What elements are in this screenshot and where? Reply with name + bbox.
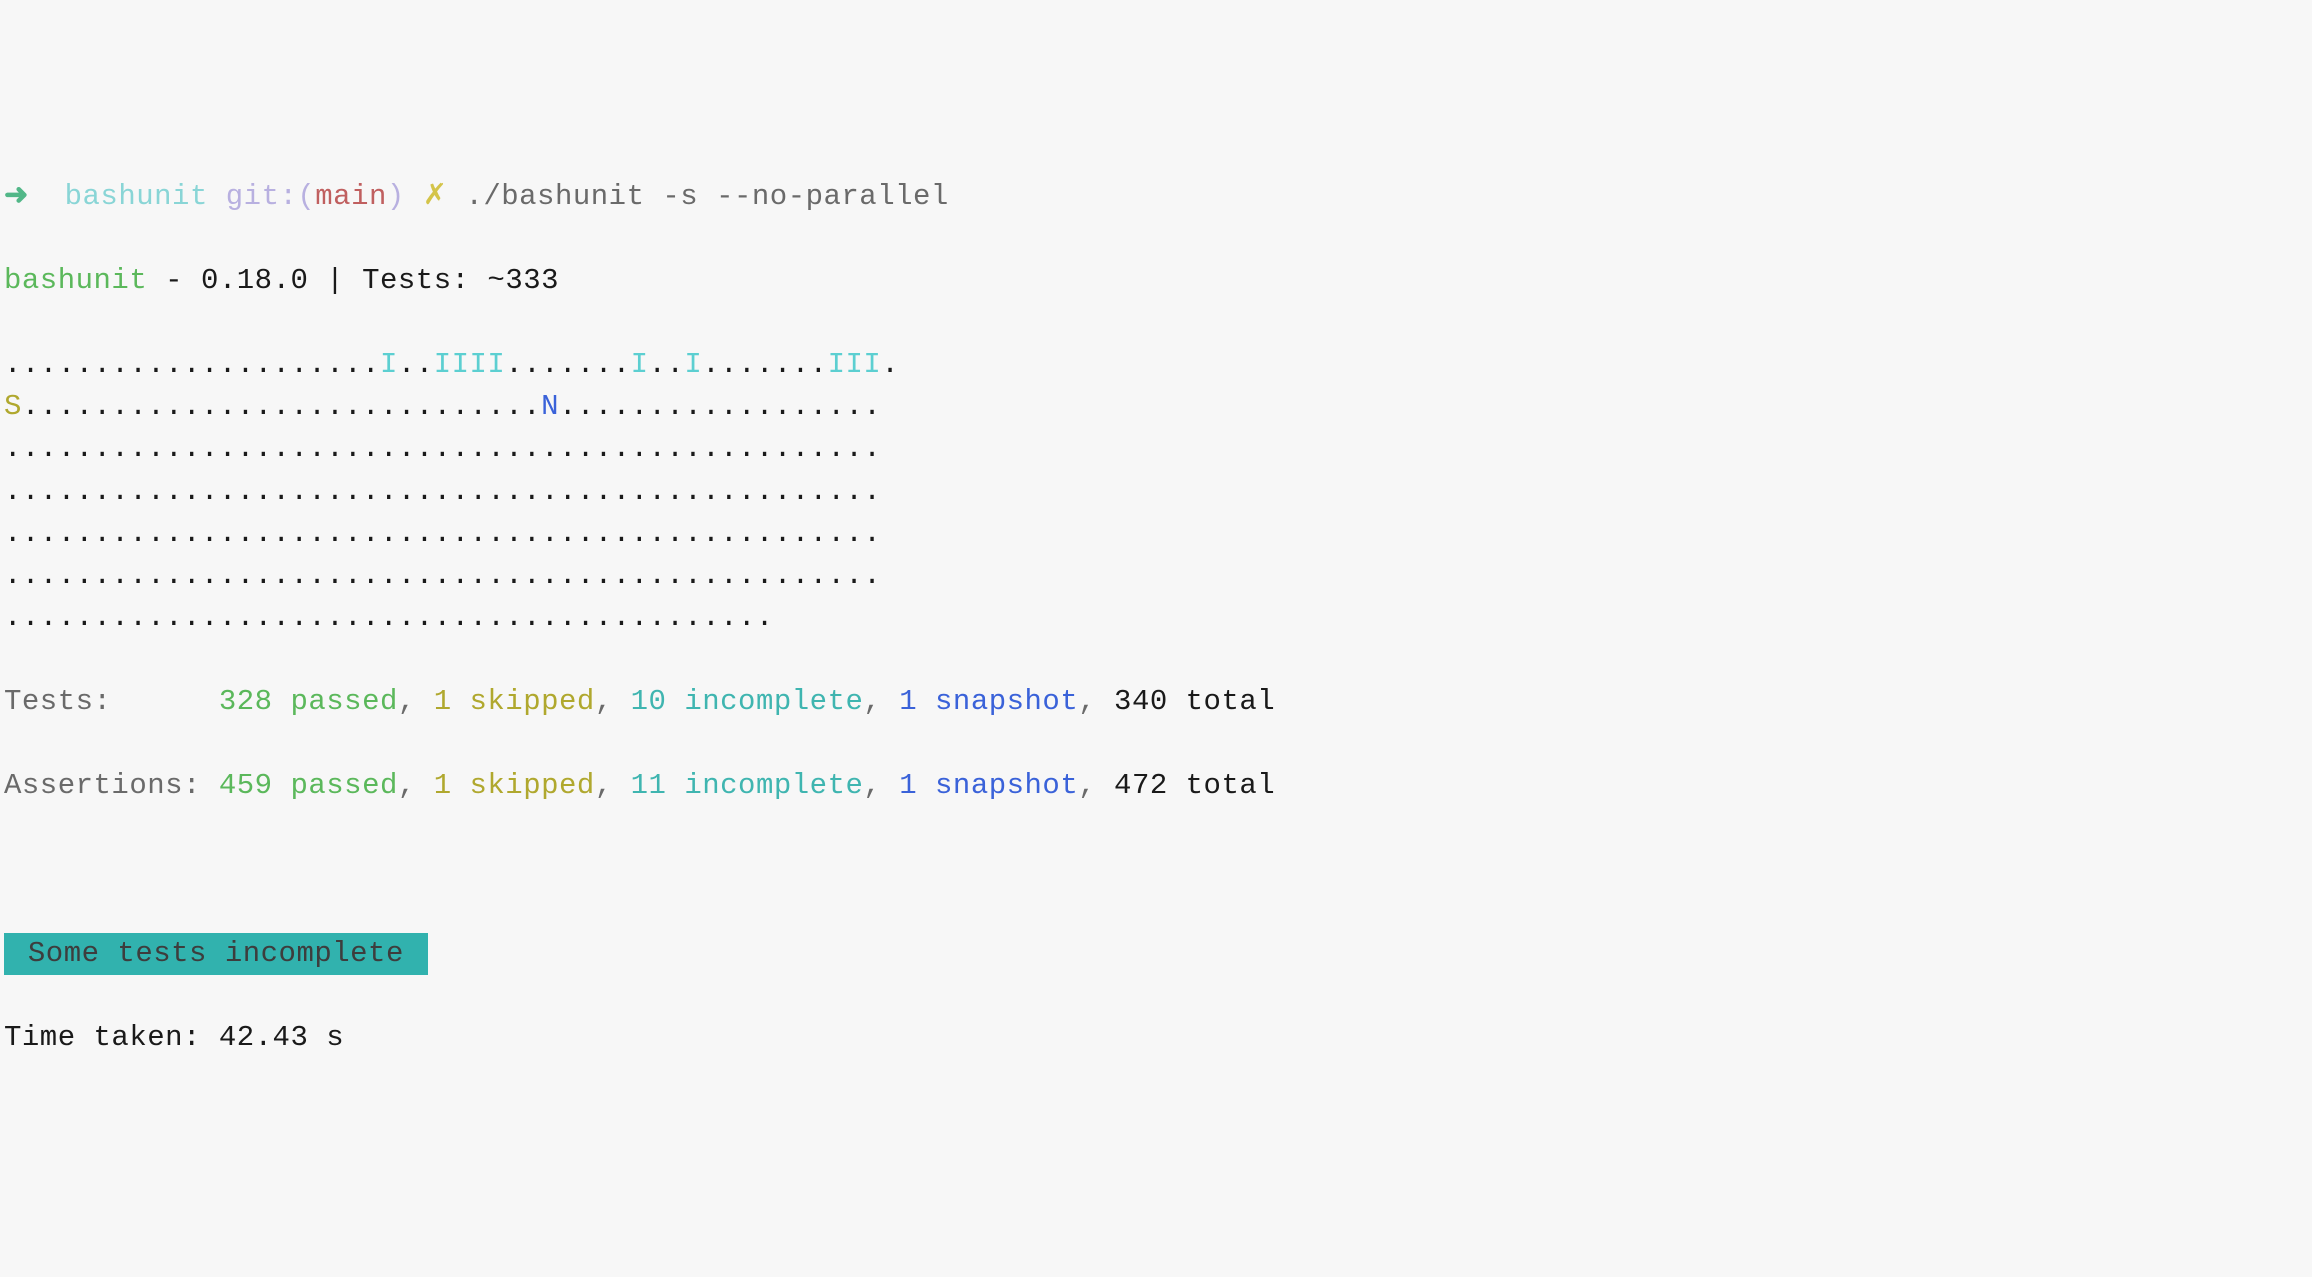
progress-line: ........................................…	[4, 471, 2308, 513]
git-suffix: )	[387, 180, 405, 213]
progress-segment: ..................	[559, 390, 881, 423]
tests-summary-line: Tests: 328 passed, 1 skipped, 10 incompl…	[4, 681, 2308, 723]
progress-segment: ..	[649, 348, 685, 381]
progress-segment: .......	[702, 348, 827, 381]
time-line: Time taken: 42.43 s	[4, 1017, 2308, 1059]
progress-segment: III	[828, 348, 882, 381]
progress-segment: .............................	[22, 390, 541, 423]
assertions-incomplete: 11 incomplete	[631, 769, 864, 802]
status-badge: Some tests incomplete	[4, 933, 428, 975]
command-text[interactable]: ./bashunit -s --no-parallel	[465, 180, 948, 213]
tests-summary-label: Tests:	[4, 685, 219, 718]
progress-line: ........................................…	[4, 555, 2308, 597]
prompt-dir: bashunit	[65, 180, 208, 213]
progress-segment: .	[881, 348, 899, 381]
prompt-arrow-icon: ➜	[4, 180, 29, 213]
tests-passed: 328 passed	[219, 685, 398, 718]
tool-name: bashunit	[4, 264, 147, 297]
progress-line: ........................................…	[4, 597, 2308, 639]
tests-skipped: 1 skipped	[434, 685, 595, 718]
time-value: 42.43 s	[219, 1021, 344, 1054]
tool-version: 0.18.0	[201, 264, 308, 297]
assertions-summary-label: Assertions:	[4, 769, 219, 802]
git-prefix: git:(	[226, 180, 316, 213]
progress-segment: S	[4, 390, 22, 423]
progress-segment: I	[380, 348, 398, 381]
git-branch: main	[315, 180, 387, 213]
header-sep: |	[308, 264, 362, 297]
progress-segment: .......	[505, 348, 630, 381]
tests-label: Tests:	[362, 264, 487, 297]
header-line: bashunit - 0.18.0 | Tests: ~333	[4, 260, 2308, 302]
progress-segment: ........................................…	[4, 432, 881, 465]
progress-line: S.............................N.........…	[4, 386, 2308, 428]
progress-segment: N	[541, 390, 559, 423]
status-line: Some tests incomplete	[4, 933, 2308, 975]
progress-line: ........................................…	[4, 513, 2308, 555]
assertions-snapshot: 1 snapshot	[899, 769, 1078, 802]
tests-approx: ~333	[487, 264, 559, 297]
progress-segment: ..	[398, 348, 434, 381]
progress-line: ........................................…	[4, 428, 2308, 470]
assertions-total: 472 total	[1114, 769, 1275, 802]
progress-segment: IIII	[434, 348, 506, 381]
progress-segment: ........................................…	[4, 475, 881, 508]
tests-incomplete: 10 incomplete	[631, 685, 864, 718]
assertions-summary-line: Assertions: 459 passed, 1 skipped, 11 in…	[4, 765, 2308, 807]
progress-segment: I	[684, 348, 702, 381]
progress-output: .....................I..IIII.......I..I.…	[4, 344, 2308, 638]
progress-segment: I	[631, 348, 649, 381]
assertions-skipped: 1 skipped	[434, 769, 595, 802]
tests-snapshot: 1 snapshot	[899, 685, 1078, 718]
git-dirty-icon: ✗	[423, 180, 448, 213]
progress-segment: ........................................…	[4, 601, 774, 634]
assertions-passed: 459 passed	[219, 769, 398, 802]
header-dash: -	[147, 264, 201, 297]
prompt-line: ➜ bashunit git:(main) ✗ ./bashunit -s --…	[4, 176, 2308, 218]
tests-total: 340 total	[1114, 685, 1275, 718]
progress-segment: .....................	[4, 348, 380, 381]
time-label: Time taken:	[4, 1021, 219, 1054]
progress-segment: ........................................…	[4, 559, 881, 592]
progress-segment: ........................................…	[4, 517, 881, 550]
progress-line: .....................I..IIII.......I..I.…	[4, 344, 2308, 386]
